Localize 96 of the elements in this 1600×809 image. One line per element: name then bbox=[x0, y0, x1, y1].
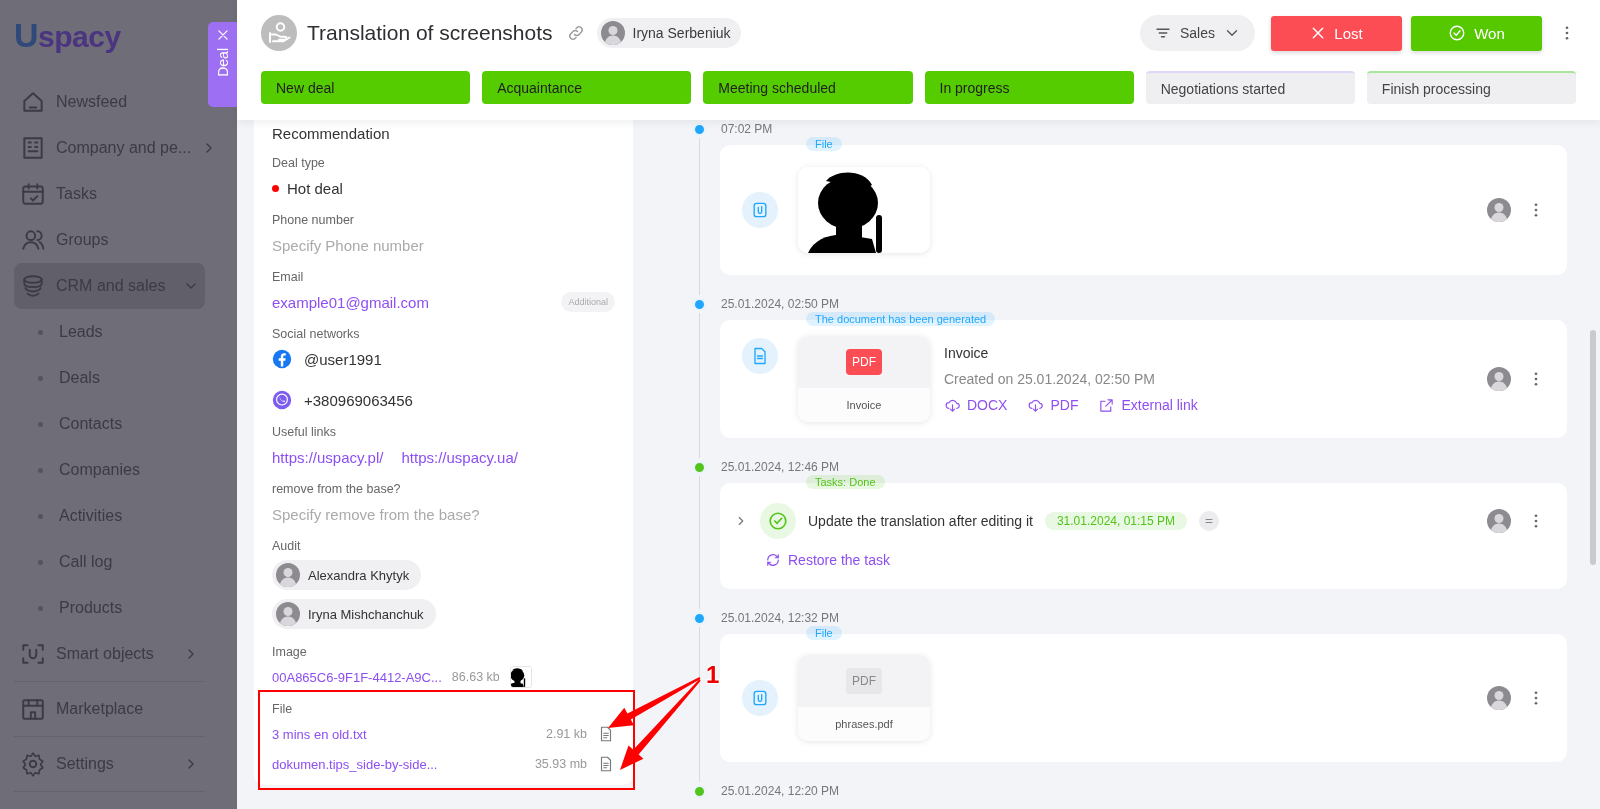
document-date: Created on 25.01.2024, 02:50 PM bbox=[944, 370, 1156, 387]
stage-tab[interactable]: Finish processing bbox=[1366, 71, 1576, 104]
stage-tab[interactable]: In progress bbox=[924, 71, 1134, 104]
stage-tab[interactable]: New deal bbox=[261, 71, 471, 104]
owner-chip[interactable]: Iryna Serbeniuk bbox=[596, 18, 741, 48]
document-title: Invoice bbox=[944, 344, 990, 361]
bullet-icon bbox=[38, 467, 43, 473]
sidebar-icon bbox=[20, 696, 46, 722]
avatar bbox=[1487, 198, 1511, 222]
field-value: Hot deal bbox=[287, 179, 343, 197]
stage-tab[interactable]: Acquaintance bbox=[482, 71, 692, 104]
deal-title: Translation of screenshots bbox=[307, 21, 553, 45]
file-link[interactable]: 3 mins en old.txt bbox=[272, 726, 367, 742]
field-label: Useful links bbox=[272, 424, 337, 441]
text-field[interactable]: Specify remove from the base? bbox=[272, 503, 615, 525]
field-label: Audit bbox=[272, 538, 302, 555]
bullet-icon bbox=[38, 513, 43, 519]
scrollbar[interactable] bbox=[1590, 330, 1596, 565]
action-link[interactable]: PDF bbox=[1027, 396, 1079, 414]
facebook-icon bbox=[272, 349, 292, 369]
person-chip[interactable]: Iryna Mishchanchuk bbox=[272, 599, 436, 629]
sidebar-icon bbox=[20, 227, 46, 253]
thumbnail-caption: Invoice bbox=[798, 388, 930, 422]
file-size: 35.93 mb bbox=[534, 757, 587, 771]
viber-icon bbox=[272, 390, 292, 410]
event-tag: Tasks: Done bbox=[806, 475, 885, 489]
field-value: Recommendation bbox=[272, 124, 390, 142]
lost-button[interactable]: Lost bbox=[1271, 15, 1402, 51]
event-tag: File bbox=[806, 137, 842, 151]
avatar bbox=[276, 602, 300, 626]
avatar bbox=[1487, 686, 1511, 710]
refresh-icon bbox=[764, 551, 782, 569]
sidebar-icon bbox=[20, 751, 46, 777]
annotation-label: 1 bbox=[706, 661, 720, 689]
field-label: Phone number bbox=[272, 212, 355, 229]
sidebar-icon bbox=[20, 641, 46, 667]
sidebar-icon bbox=[20, 135, 46, 161]
file-size: 2.91 kb bbox=[546, 727, 587, 741]
file-size: 86.63 kb bbox=[451, 670, 500, 684]
field-label: Email bbox=[272, 269, 305, 286]
timestamp: 07:02 PM bbox=[721, 122, 773, 136]
external-link-icon bbox=[1098, 396, 1116, 414]
person-name: Alexandra Khytyk bbox=[308, 567, 410, 583]
field-label: Social networks bbox=[272, 326, 361, 343]
action-link[interactable]: DOCX bbox=[944, 396, 1008, 414]
task-title: Update the translation after editing it bbox=[808, 513, 1033, 529]
deal-tab[interactable]: Deal bbox=[208, 22, 237, 107]
person-chip[interactable]: Alexandra Khytyk bbox=[272, 560, 422, 590]
social-value: @user1991 bbox=[304, 350, 382, 368]
action-link[interactable]: External link bbox=[1098, 396, 1198, 414]
field-label: File bbox=[272, 701, 294, 718]
event-tag: File bbox=[806, 626, 842, 640]
field-label: Deal type bbox=[272, 155, 326, 172]
avatar bbox=[600, 21, 625, 45]
avatar bbox=[1487, 509, 1511, 533]
url-link[interactable]: https://uspacy.pl/ bbox=[272, 448, 384, 466]
owner-name: Iryna Serbeniuk bbox=[632, 25, 731, 41]
check-circle-icon bbox=[767, 510, 789, 532]
url-link[interactable]: https://uspacy.ua/ bbox=[401, 448, 518, 466]
deadline-badge: 31.01.2024, 01:15 PM bbox=[1044, 512, 1187, 530]
pdf-badge: PDF bbox=[846, 349, 882, 375]
avatar bbox=[1487, 367, 1511, 391]
link-icon[interactable] bbox=[566, 24, 585, 42]
pdf-badge: PDF bbox=[846, 668, 882, 694]
bullet-icon bbox=[38, 375, 43, 381]
email-link[interactable]: example01@gmail.com bbox=[272, 293, 429, 311]
bullet-icon bbox=[38, 421, 43, 427]
person-name: Iryna Mishchanchuk bbox=[308, 606, 424, 622]
timestamp: 25.01.2024, 02:50 PM bbox=[721, 297, 840, 311]
timestamp: 25.01.2024, 12:20 PM bbox=[721, 784, 840, 798]
event-tag: The document has been generated bbox=[806, 312, 996, 326]
pipeline-dropdown[interactable]: Sales bbox=[1139, 15, 1255, 51]
avatar bbox=[276, 563, 300, 587]
bullet-icon bbox=[38, 329, 43, 335]
restore-link[interactable]: Restore the task bbox=[764, 551, 1545, 569]
text-field[interactable]: Specify Phone number bbox=[272, 234, 615, 256]
timestamp: 25.01.2024, 12:32 PM bbox=[721, 611, 840, 625]
stage-tab[interactable]: Meeting scheduled bbox=[703, 71, 913, 104]
thumbnail-caption: phrases.pdf bbox=[798, 707, 930, 741]
social-value: +380969063456 bbox=[304, 391, 413, 409]
field-label: remove from the base? bbox=[272, 481, 402, 498]
sidebar-icon bbox=[20, 89, 46, 115]
image-link[interactable]: 00A865C6-9F1F-4412-A9C... bbox=[272, 669, 442, 685]
deal-icon bbox=[261, 15, 297, 51]
additional-badge: Additional bbox=[561, 292, 615, 312]
close-icon[interactable] bbox=[215, 28, 230, 42]
logo: Uspacy bbox=[14, 16, 121, 55]
sidebar-icon bbox=[20, 181, 46, 207]
sidebar-icon bbox=[20, 273, 46, 299]
timestamp: 25.01.2024, 12:46 PM bbox=[721, 460, 840, 474]
bullet-icon bbox=[38, 605, 43, 611]
stage-tab[interactable]: Negotiations started bbox=[1145, 71, 1355, 104]
check-circle-icon bbox=[1448, 24, 1467, 42]
field-label: Image bbox=[272, 644, 308, 661]
bullet-icon bbox=[38, 559, 43, 565]
file-link[interactable]: dokumen.tips_side-by-side... bbox=[272, 756, 438, 772]
